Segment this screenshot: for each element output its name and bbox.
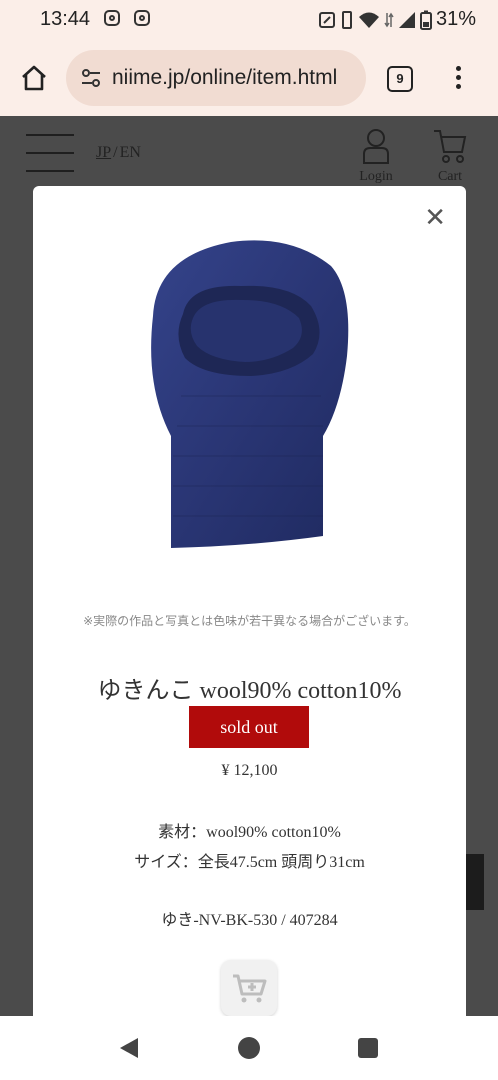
battery-icon [419,10,432,30]
browser-toolbar: niime.jp/online/item.html 9 [0,40,498,116]
user-icon [363,129,389,164]
size-text: サイズ：全長47.5cm 頭周り31cm [134,854,365,871]
product-price: ¥ 12,100 [221,762,278,779]
language-switch: JP / EN [96,144,141,162]
menu-icon[interactable] [26,134,74,172]
battery-percent: 31% [435,8,476,30]
signal-icon [398,11,415,28]
status-bar: 13:44 31% [0,0,498,40]
instagram-icon [134,10,150,26]
cart-plus-icon [233,974,267,1003]
lang-en-link[interactable]: EN [120,144,141,161]
material-text: 素材：wool90% cotton10% [158,824,341,841]
close-icon[interactable]: ✕ [424,204,446,230]
data-icon [384,12,394,27]
cart-icon [434,130,467,163]
login-button[interactable]: Login [354,128,398,185]
tabs-icon[interactable]: 9 [387,66,413,92]
recents-icon[interactable] [358,1038,378,1058]
system-nav-bar [0,1016,498,1080]
wifi-icon [358,12,379,28]
lang-separator: / [113,144,118,161]
side-tab[interactable] [466,854,484,910]
address-bar[interactable]: niime.jp/online/item.html [66,50,366,106]
status-icons: 31% [318,8,476,31]
nfc-icon [318,11,335,28]
product-sku: ゆき-NV-BK-530 / 407284 [161,912,338,929]
cart-label: Cart [437,169,463,184]
back-icon[interactable] [118,1036,140,1060]
lang-jp-link[interactable]: JP [96,144,111,161]
color-notice: ※実際の作品と写真とは色味が若干異なる場合がございます。 [83,614,416,628]
product-image[interactable] [141,236,361,551]
home-icon[interactable] [20,64,48,92]
more-icon[interactable] [456,66,462,92]
url-text[interactable]: niime.jp/online/item.html [112,66,337,90]
product-specs: 素材：wool90% cotton10% サイズ：全長47.5cm 頭周り31c… [33,818,466,878]
product-modal: ✕ ※実際の作品と写真とは色味が若干異なる場合がございます。 ゆきんこ wool… [33,186,466,1026]
vibrate-icon [341,10,352,29]
status-time: 13:44 [40,8,91,30]
add-to-cart-button[interactable] [221,960,277,1016]
home-circle-icon[interactable] [238,1037,260,1059]
instagram-icon [104,10,120,26]
product-title: ゆきんこ wool90% cotton10% [97,678,402,704]
login-label: Login [359,169,393,184]
site-settings-icon[interactable] [80,67,102,89]
sold-out-button[interactable]: sold out [189,706,309,748]
cart-button[interactable]: Cart [428,128,472,185]
